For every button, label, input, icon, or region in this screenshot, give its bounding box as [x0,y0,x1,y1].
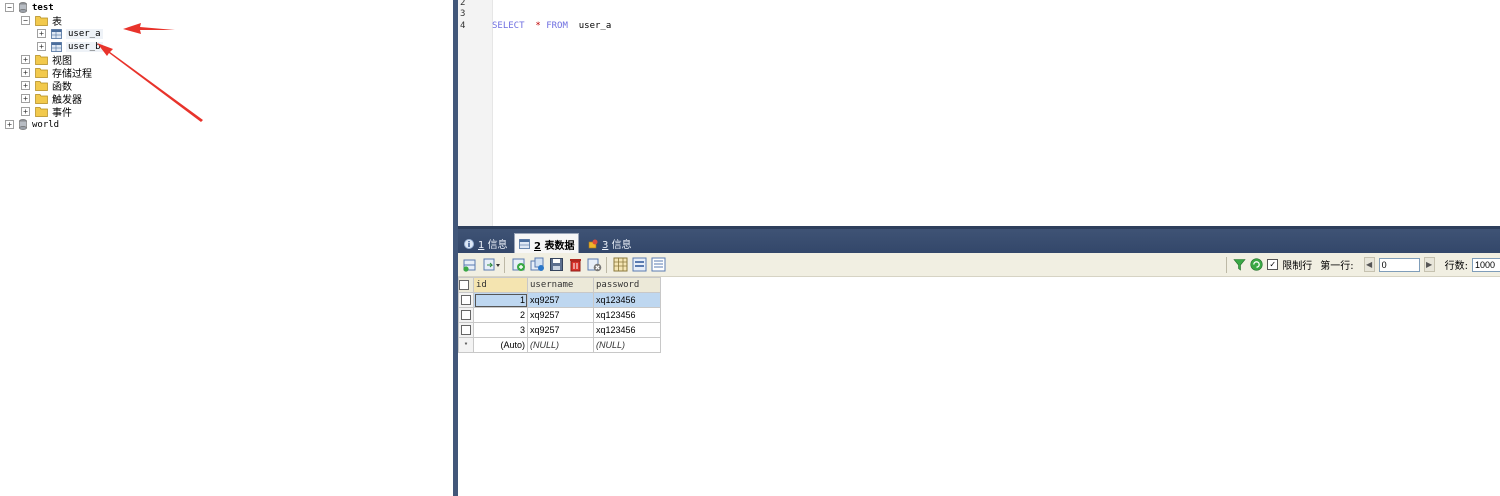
text-view-icon[interactable] [651,257,666,272]
cell-id[interactable]: 3 [473,322,528,338]
cell-password[interactable]: xq123456 [593,307,661,323]
limit-rows-checkbox[interactable]: ✓ [1267,259,1279,270]
line-number: 3 [460,9,466,19]
cell-password[interactable]: xq123456 [593,322,661,338]
select-all-checkbox[interactable] [459,279,469,290]
column-header-username[interactable]: username [527,277,594,293]
results-tab-bar: 1 信息 2 表数据 3 信息 [458,226,1500,254]
row-count-label: 行数: [1444,261,1468,272]
sql-keyword-from: FROM [546,21,568,31]
filter-icon[interactable] [1233,258,1246,271]
table-row[interactable]: 2 xq9257 xq123456 [458,307,661,323]
next-page-button[interactable]: ▶ [1423,257,1435,272]
object-browser-tree: − test − 表 + user_a + user_b + 视图 + 存储过程… [0,0,453,496]
grid-header-row: id username password [458,277,661,293]
table-icon [519,239,530,249]
cell-id[interactable]: 1 [473,292,528,308]
row-checkbox[interactable] [461,325,471,336]
toolbar-separator [1226,256,1228,273]
cancel-changes-icon[interactable] [587,257,602,272]
tab-table-data[interactable]: 2 表数据 [514,233,580,254]
tab-label: 表数据 [544,240,575,252]
tab-number: 3 [602,240,609,251]
cell-id[interactable]: 2 [473,307,528,323]
copy-row-icon[interactable] [530,257,545,272]
cell-id[interactable]: (Auto) [473,337,528,353]
annotation-arrow-user-a [123,23,175,34]
sql-editor[interactable]: 2 3 4 SELECT * FROM user_a [458,0,1500,226]
refresh-icon[interactable] [1250,258,1263,271]
toolbar-separator [606,256,607,273]
add-row-icon[interactable] [511,257,526,272]
toolbar-separator [504,256,505,273]
first-row-input[interactable]: 0 [1378,257,1420,272]
sql-code-line[interactable]: SELECT * FROM user_a [492,21,611,31]
sql-table-name: user_a [578,21,612,31]
tab-info-1[interactable]: 1 信息 [460,234,512,253]
warning-info-icon [588,239,598,248]
row-checkbox[interactable] [461,295,471,306]
limit-rows-label: 限制行 [1282,261,1313,272]
line-number-gutter: 2 3 4 [458,0,493,226]
cell-password[interactable]: (NULL) [593,337,661,353]
table-row[interactable]: 1 xq9257 xq123456 [458,292,661,308]
tab-label: 信息 [611,240,632,251]
cell-username[interactable]: xq9257 [527,292,594,308]
column-header-id[interactable]: id [473,277,528,293]
line-number: 2 [460,0,466,8]
line-number: 4 [460,21,466,31]
annotation-arrow-user-b [97,43,203,122]
sql-keyword-select: SELECT [492,21,525,31]
tab-label: 信息 [487,240,508,251]
tab-number: 1 [478,240,485,251]
first-row-label: 第一行: [1320,261,1354,272]
results-data-grid: id username password 1 xq9257 xq123456 2… [458,277,661,353]
cell-password[interactable]: xq123456 [593,292,661,308]
annotation-arrows [97,23,203,122]
row-checkbox-cell[interactable] [458,292,474,308]
row-checkbox-cell[interactable] [458,307,474,323]
form-view-icon[interactable] [632,257,647,272]
info-icon [464,238,474,249]
delete-icon[interactable] [568,257,583,272]
select-all-checkbox-cell[interactable] [458,277,474,293]
sql-star: * [535,21,541,31]
cell-username[interactable]: xq9257 [527,322,594,338]
cell-username[interactable]: (NULL) [527,337,594,353]
row-checkbox[interactable] [461,310,471,321]
insert-row-icon[interactable] [462,257,477,272]
export-dropdown-icon[interactable] [481,257,500,272]
new-row[interactable]: * (Auto) (NULL) (NULL) [458,337,661,353]
row-checkbox-cell[interactable] [458,322,474,338]
tab-number: 2 [534,240,541,252]
column-header-password[interactable]: password [593,277,661,293]
results-panel: 1 信息 2 表数据 3 信息 ✓ 限制行 第一行: ◀ 0 ▶ 行数: 100… [458,226,1500,496]
save-icon[interactable] [549,257,564,272]
previous-page-button[interactable]: ◀ [1363,257,1375,272]
paging-controls: ✓ 限制行 第一行: ◀ 0 ▶ 行数: 1000 [1222,253,1500,276]
cell-username[interactable]: xq9257 [527,307,594,323]
table-row[interactable]: 3 xq9257 xq123456 [458,322,661,338]
grid-view-icon[interactable] [613,257,628,272]
row-count-input[interactable]: 1000 [1472,257,1500,272]
new-row-marker: * [458,337,474,353]
results-toolbar: ✓ 限制行 第一行: ◀ 0 ▶ 行数: 1000 [458,253,1500,277]
tab-info-3[interactable]: 3 信息 [584,234,636,253]
